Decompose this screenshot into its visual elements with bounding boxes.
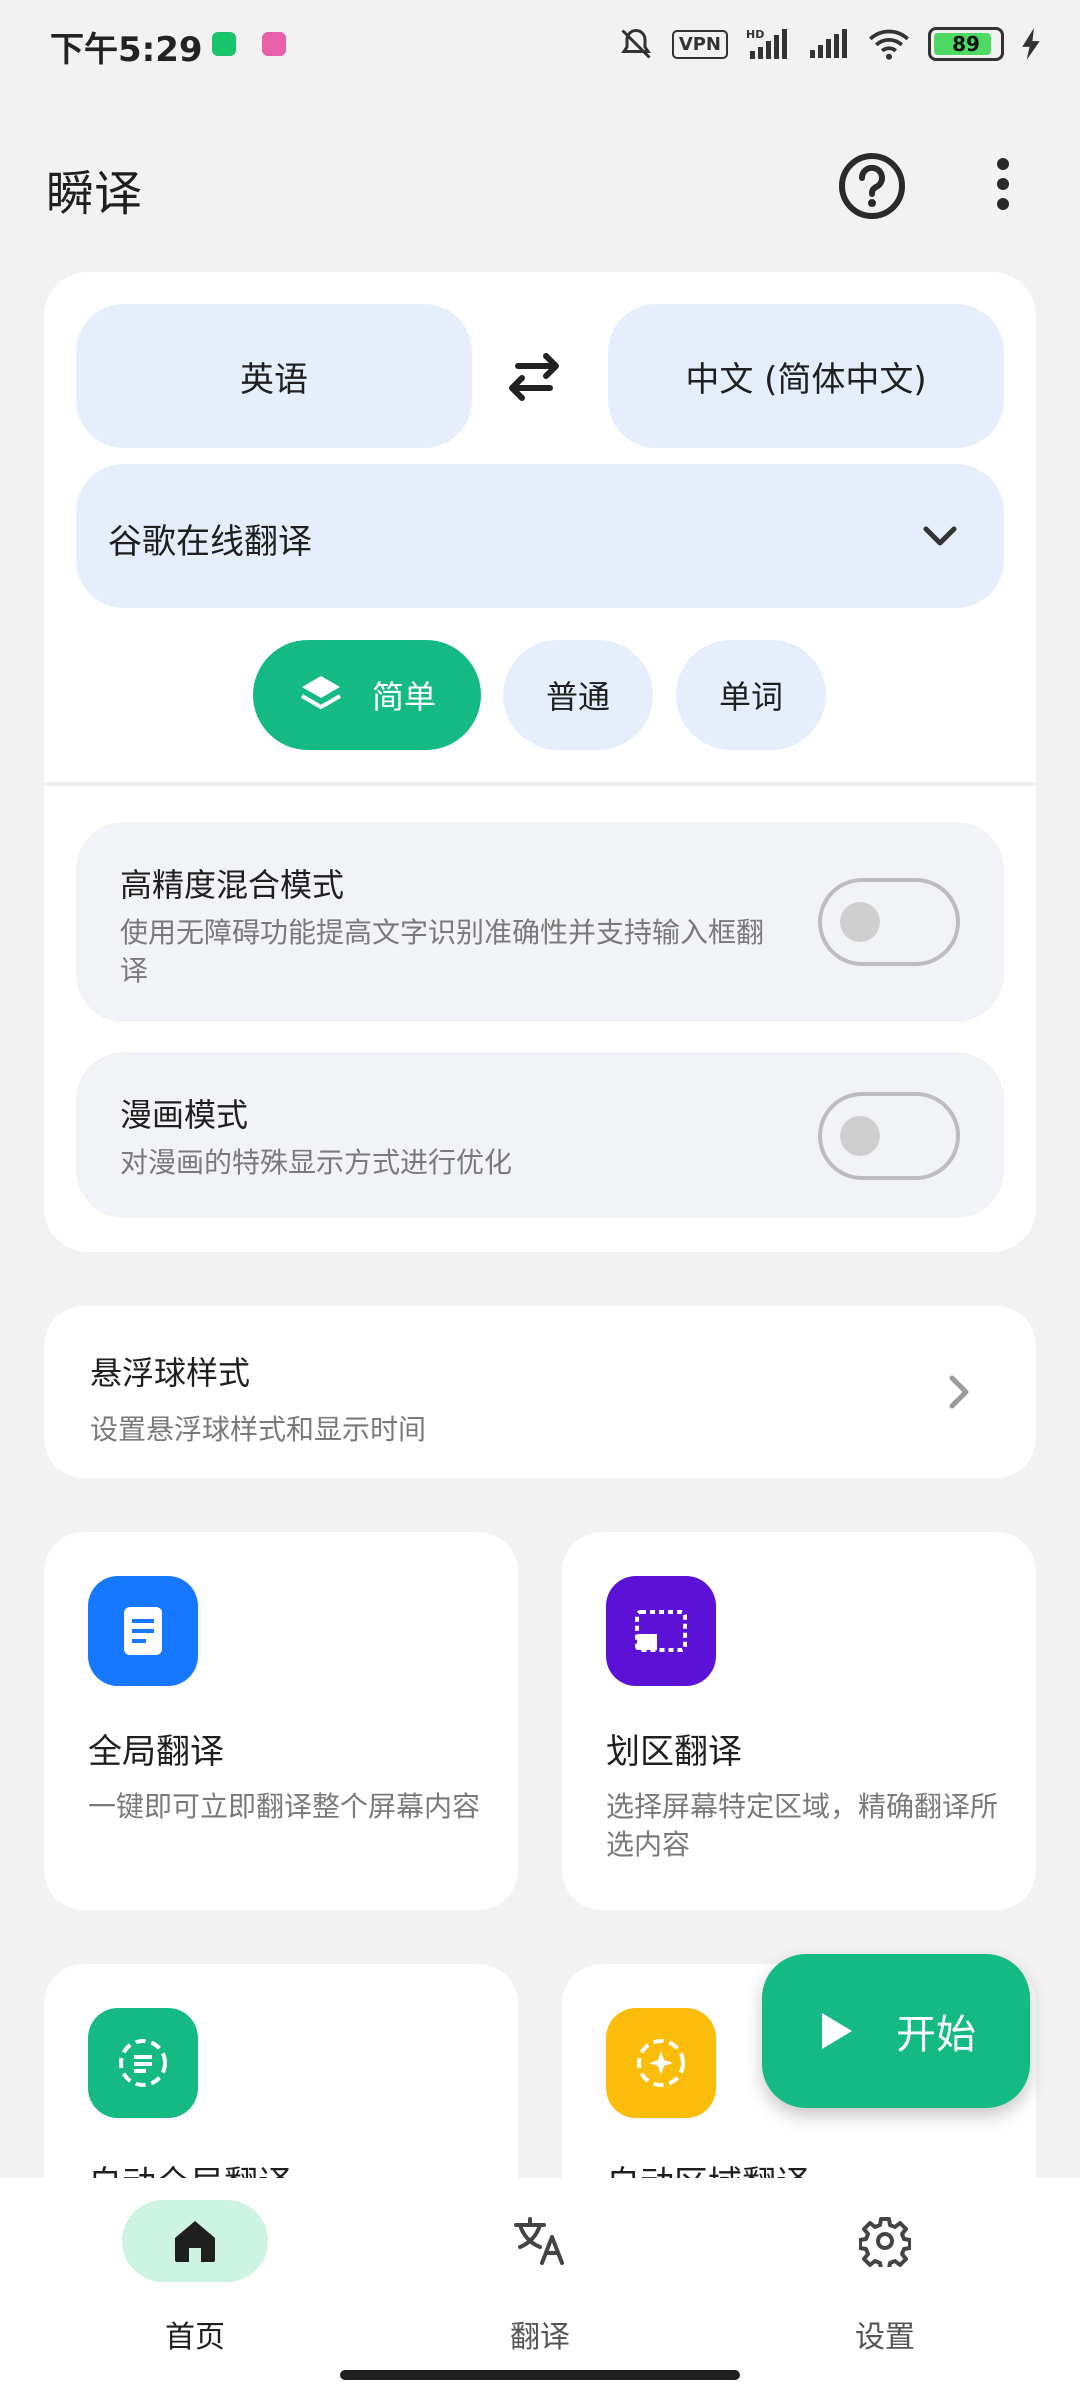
mode-simple-button[interactable]: 简单 xyxy=(253,640,481,750)
option-comic-mode: 漫画模式 对漫画的特殊显示方式进行优化 xyxy=(76,1052,1004,1218)
mode-word-button[interactable]: 单词 xyxy=(676,640,826,750)
source-language-button[interactable]: 英语 xyxy=(76,304,472,448)
svg-text:HD: HD xyxy=(746,28,764,41)
start-button[interactable]: 开始 xyxy=(762,1954,1030,2108)
nav-home-label: 首页 xyxy=(165,2320,225,2355)
vpn-badge: VPN xyxy=(671,29,728,59)
battery-indicator: 89 xyxy=(928,27,1004,61)
option-high-precision: 高精度混合模式 使用无障碍功能提高文字识别准确性并支持输入框翻译 xyxy=(76,822,1004,1022)
nav-translate-indicator xyxy=(467,2200,613,2282)
status-time: 下午5:29 xyxy=(50,30,203,70)
notification-icons xyxy=(212,32,286,56)
feature-title: 划区翻译 xyxy=(606,1732,742,1772)
option-title: 漫画模式 xyxy=(120,1096,249,1134)
feature-region-translate[interactable]: 划区翻译 选择屏幕特定区域，精确翻译所选内容 xyxy=(562,1532,1036,1910)
target-language-button[interactable]: 中文 (简体中文) xyxy=(608,304,1004,448)
bottom-navigation: 首页 翻译 设置 xyxy=(0,2178,1080,2400)
signal-icon xyxy=(810,29,847,58)
nav-settings-label: 设置 xyxy=(855,2320,915,2355)
divider xyxy=(44,782,1036,786)
battery-text: 89 xyxy=(952,32,980,56)
status-bar: 下午5:29 VPN HD 89 xyxy=(0,0,1080,90)
home-icon xyxy=(175,2221,215,2262)
feature-description: 一键即可立即翻译整个屏幕内容 xyxy=(88,1790,481,1823)
more-vertical-icon[interactable] xyxy=(980,150,1026,222)
region-select-icon xyxy=(606,1576,716,1686)
option-description: 对漫画的特殊显示方式进行优化 xyxy=(120,1146,513,1179)
mode-simple-label: 简单 xyxy=(371,678,436,716)
nav-settings[interactable]: 设置 xyxy=(785,2200,985,2370)
help-icon[interactable] xyxy=(836,150,908,222)
status-right-icons: VPN HD 89 xyxy=(618,26,1040,62)
signal-hd-icon: HD xyxy=(746,28,787,59)
mode-normal-button[interactable]: 普通 xyxy=(503,640,653,750)
option-description: 使用无障碍功能提高文字识别准确性并支持输入框翻译 xyxy=(120,916,765,987)
start-label: 开始 xyxy=(896,2012,976,2058)
toggle-knob xyxy=(840,1116,880,1156)
home-indicator-bar xyxy=(340,2370,740,2380)
float-ball-style-row[interactable]: 悬浮球样式 设置悬浮球样式和显示时间 xyxy=(44,1306,1036,1478)
download-notification-icon xyxy=(212,32,236,56)
feature-global-translate[interactable]: 全局翻译 一键即可立即翻译整个屏幕内容 xyxy=(44,1532,518,1910)
option-title: 高精度混合模式 xyxy=(120,866,345,904)
wifi-icon xyxy=(869,29,909,60)
engine-label: 谷歌在线翻译 xyxy=(108,522,312,562)
document-icon xyxy=(88,1576,198,1686)
nav-settings-indicator xyxy=(812,2200,958,2282)
auto-global-icon xyxy=(88,2008,198,2118)
mute-icon xyxy=(621,28,651,59)
play-icon xyxy=(822,2013,852,2049)
gear-icon xyxy=(859,2217,911,2267)
high-precision-toggle[interactable] xyxy=(818,878,960,966)
float-ball-title: 悬浮球样式 xyxy=(90,1354,251,1392)
auto-region-icon xyxy=(606,2008,716,2118)
nav-translate[interactable]: 翻译 xyxy=(440,2200,640,2370)
translation-settings-card: 英语 中文 (简体中文) 谷歌在线翻译 简单 普通 单词 高精度混合模式 使用无… xyxy=(44,272,1036,1252)
toggle-knob xyxy=(840,902,880,942)
chevron-right-icon xyxy=(949,1375,969,1409)
float-ball-description: 设置悬浮球样式和显示时间 xyxy=(90,1413,427,1446)
nav-home-indicator xyxy=(122,2200,268,2282)
comic-mode-toggle[interactable] xyxy=(818,1092,960,1180)
chevron-down-icon xyxy=(923,526,957,546)
charging-icon xyxy=(1022,28,1040,60)
translate-icon xyxy=(514,2217,564,2265)
nav-translate-label: 翻译 xyxy=(510,2320,570,2355)
feature-description: 选择屏幕特定区域，精确翻译所选内容 xyxy=(606,1790,999,1861)
layers-icon xyxy=(300,676,341,709)
swap-icon[interactable] xyxy=(504,352,564,402)
app-notification-icon xyxy=(262,32,286,56)
translation-engine-select[interactable]: 谷歌在线翻译 xyxy=(76,464,1004,608)
app-title: 瞬译 xyxy=(46,166,143,222)
feature-title: 全局翻译 xyxy=(88,1732,224,1772)
nav-home[interactable]: 首页 xyxy=(95,2200,295,2370)
